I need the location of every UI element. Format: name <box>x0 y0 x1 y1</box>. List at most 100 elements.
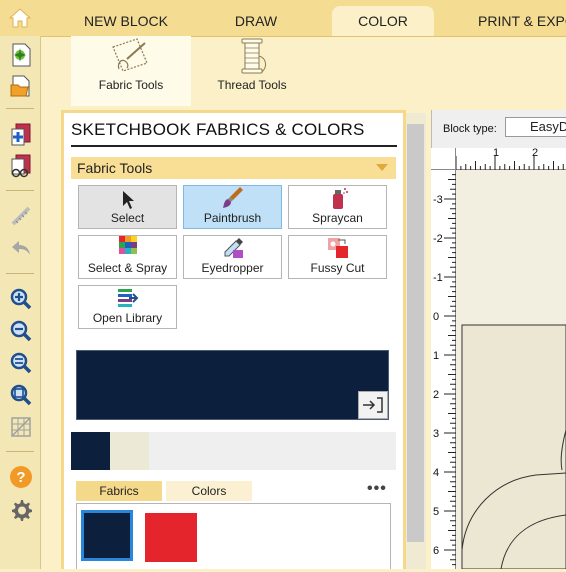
vertical-ruler: -3 -2 -1 0 1 2 3 4 5 6 <box>431 170 456 569</box>
toolbar-divider <box>6 108 34 109</box>
tab-draw[interactable]: DRAW <box>206 6 306 36</box>
select-spray-tool-label: Select & Spray <box>87 261 168 275</box>
toolbar-divider <box>6 273 34 274</box>
thread-spool-icon <box>241 38 267 74</box>
current-fabric-swatch[interactable] <box>76 350 389 420</box>
undo-button[interactable] <box>8 235 34 261</box>
fussy-cut-tool-label: Fussy Cut <box>310 261 365 275</box>
zoom-out-button[interactable] <box>8 318 34 344</box>
fabric-swatch-selected[interactable] <box>81 510 133 561</box>
fabric-swatch[interactable] <box>145 513 197 562</box>
zoom-fit-icon <box>10 352 32 374</box>
grid-icon <box>11 417 31 437</box>
ruler-label: 2 <box>433 389 439 401</box>
help-button[interactable]: ? <box>8 464 34 490</box>
vertical-ruler-ticks: -3 -2 -1 0 1 2 3 4 5 6 <box>433 174 456 566</box>
settings-button[interactable] <box>8 497 34 523</box>
tab-new-block[interactable]: NEW BLOCK <box>70 6 182 36</box>
panel-title-rule <box>71 145 397 147</box>
ruler-tool-button[interactable] <box>8 203 34 229</box>
toolbar-divider <box>6 190 34 191</box>
open-library-icon <box>117 289 138 307</box>
fabric-tools-group-header[interactable]: Fabric Tools <box>71 157 396 179</box>
zoom-in-icon <box>10 288 32 310</box>
spraycan-icon <box>332 188 348 209</box>
ruler-label: 3 <box>433 428 439 440</box>
ruler-label: 5 <box>433 506 439 518</box>
paintbrush-icon <box>222 187 243 208</box>
view-sketchbook-icon <box>11 154 31 178</box>
tab-print-export[interactable]: PRINT & EXPO <box>470 6 566 36</box>
recent-swatch[interactable] <box>71 432 110 470</box>
fabric-tools-group-label: Fabric Tools <box>77 160 153 176</box>
ruler-label: -1 <box>433 272 443 284</box>
ruler-label: 1 <box>493 147 500 159</box>
ruler-label: 2 <box>532 147 539 159</box>
view-sketchbook-button[interactable] <box>8 153 34 179</box>
more-options-button[interactable]: ••• <box>367 480 387 498</box>
fit-to-worktable-button[interactable] <box>8 350 34 376</box>
arrow-cursor-icon <box>122 191 134 209</box>
home-icon <box>9 8 31 28</box>
select-tool-label: Select <box>110 211 145 225</box>
help-icon: ? <box>10 466 32 488</box>
ruler-label: 1 <box>433 350 439 362</box>
zoom-in-button[interactable] <box>8 286 34 312</box>
open-project-button[interactable] <box>8 73 34 99</box>
select-spray-tool-button[interactable]: Select & Spray <box>78 235 177 279</box>
collapse-arrow-icon <box>376 164 388 171</box>
zoom-window-icon <box>10 384 32 406</box>
spraycan-tool-label: Spraycan <box>312 211 363 225</box>
paintbrush-tool-label: Paintbrush <box>203 211 262 225</box>
ruler-label: 0 <box>433 311 439 323</box>
scrollbar-thumb[interactable] <box>407 124 424 542</box>
ruler-label: 4 <box>433 467 439 479</box>
fussy-cut-tool-button[interactable]: Fussy Cut <box>288 235 387 279</box>
fabric-tools-icon <box>112 38 148 72</box>
home-button[interactable] <box>0 0 40 36</box>
fussy-cut-icon <box>327 238 348 258</box>
ruler-label: 6 <box>433 545 439 557</box>
select-spray-icon <box>118 236 137 254</box>
open-library-label: Open Library <box>92 311 163 325</box>
ruler-label: -3 <box>433 194 443 206</box>
block-type-label: Block type: <box>443 123 497 135</box>
fabric-tools-label: Fabric Tools <box>98 78 164 92</box>
eyedropper-tool-button[interactable]: Eyedropper <box>183 235 282 279</box>
block-worktable[interactable] <box>456 170 566 570</box>
spraycan-tool-button[interactable]: Spraycan <box>288 185 387 229</box>
horizontal-ruler: 1 2 <box>455 147 566 170</box>
paintbrush-tool-button[interactable]: Paintbrush <box>183 185 282 229</box>
horizontal-ruler-ticks <box>455 156 564 170</box>
new-project-icon <box>12 43 31 67</box>
ruler-label: -2 <box>433 233 443 245</box>
select-tool-button[interactable]: Select <box>78 185 177 229</box>
export-arrow-icon <box>363 397 383 413</box>
open-library-button[interactable]: Open Library <box>78 285 177 329</box>
eyedropper-icon <box>224 238 243 258</box>
tab-colors[interactable]: Colors <box>166 481 252 501</box>
block-type-select[interactable]: EasyD <box>505 117 566 137</box>
block-design-lines <box>461 324 566 570</box>
toolbar-divider <box>6 451 34 452</box>
undo-icon <box>12 241 30 255</box>
fabric-tools-ribbon-button[interactable]: Fabric Tools <box>71 36 191 106</box>
add-to-sketchbook-button[interactable] <box>8 122 34 148</box>
zoom-window-button[interactable] <box>8 382 34 408</box>
tab-color[interactable]: COLOR <box>332 6 434 36</box>
gear-icon <box>12 500 32 521</box>
open-folder-icon <box>10 75 30 97</box>
zoom-out-icon <box>10 320 32 342</box>
ruler-corner <box>431 148 456 170</box>
recent-swatch[interactable] <box>110 432 149 470</box>
eyedropper-tool-label: Eyedropper <box>201 261 264 275</box>
thread-tools-label: Thread Tools <box>217 78 287 92</box>
svg-text:?: ? <box>16 469 25 486</box>
new-project-button[interactable] <box>8 42 34 68</box>
toggle-grid-button[interactable] <box>8 414 34 440</box>
thread-tools-ribbon-button[interactable]: Thread Tools <box>192 36 312 106</box>
panel-title: SKETCHBOOK FABRICS & COLORS <box>71 120 365 139</box>
ruler-icon <box>11 206 31 226</box>
tab-fabrics[interactable]: Fabrics <box>76 481 162 501</box>
export-swatch-button[interactable] <box>358 391 388 419</box>
